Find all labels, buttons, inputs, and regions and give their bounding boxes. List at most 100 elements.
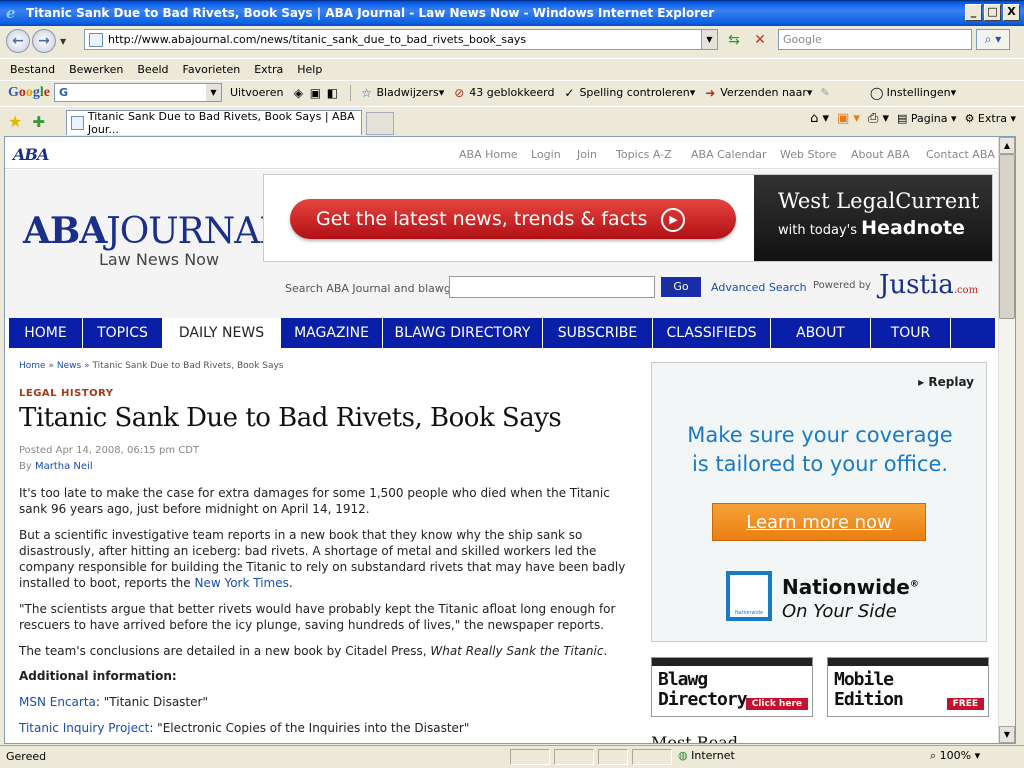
page-viewport[interactable]: ABA ABA Home Login Join Topics A-Z ABA C… (4, 136, 1016, 744)
nav-blawg-directory[interactable]: BLAWG DIRECTORY (383, 318, 543, 348)
book-title: What Really Sank the Titanic (430, 644, 604, 658)
page-menu-button[interactable]: ▤ Pagina ▾ (897, 112, 957, 125)
mobile-edition-promo[interactable]: Mobile Edition FREE (827, 657, 989, 717)
close-button[interactable]: X (1003, 4, 1020, 21)
back-button[interactable]: ← (6, 29, 30, 53)
menu-file[interactable]: Bestand (10, 63, 55, 76)
util-link-aba-home[interactable]: ABA Home (459, 148, 518, 161)
scrollbar-thumb[interactable] (999, 154, 1015, 319)
additional-info-heading: Additional information: (19, 669, 177, 683)
menu-help[interactable]: Help (297, 63, 322, 76)
rss-feed-icon[interactable]: ▣ ▾ (837, 111, 860, 126)
ad-brand-name: Nationwide® (782, 575, 919, 599)
nav-home[interactable]: HOME (9, 318, 83, 348)
settings-button[interactable]: ◯ Instellingen ▾ (870, 86, 956, 100)
search-button[interactable]: ⌕ ▾ (976, 29, 1010, 50)
author-link[interactable]: Martha Neil (35, 461, 93, 472)
google-search-dropdown-icon[interactable]: ▼ (206, 84, 221, 101)
google-search-input[interactable]: G ▼ (54, 83, 222, 102)
banner-cta[interactable]: Get the latest news, trends & facts ▶ (290, 199, 736, 239)
ad-replay-button[interactable]: ▸ Replay (918, 375, 974, 389)
nav-subscribe[interactable]: SUBSCRIBE (543, 318, 653, 348)
address-url[interactable]: http://www.abajournal.com/news/titanic_s… (108, 33, 526, 46)
spellcheck-button[interactable]: ✓ Spelling controleren ▾ (562, 86, 695, 100)
site-search-label: Search ABA Journal and blawgs (285, 282, 457, 295)
util-link-contact-aba[interactable]: Contact ABA (926, 148, 995, 161)
nav-daily-news[interactable]: DAILY NEWS (163, 318, 281, 348)
scroll-up-icon[interactable]: ▲ (999, 137, 1015, 154)
pencil-icon[interactable]: ✎ (820, 86, 829, 99)
tools-menu-button[interactable]: ⚙ Extra ▾ (965, 112, 1016, 125)
logo-tagline: Law News Now (99, 250, 220, 269)
refresh-icon[interactable]: ⇆ (724, 30, 744, 50)
spellcheck-icon: ✓ (564, 85, 575, 100)
send-to-button[interactable]: ➜ Verzenden naar ▾ (703, 86, 812, 100)
util-link-about-aba[interactable]: About ABA (851, 148, 910, 161)
favorites-star-icon[interactable]: ★ (8, 112, 22, 131)
menu-edit[interactable]: Bewerken (69, 63, 123, 76)
ad-headline: Make sure your coverage is tailored to y… (687, 423, 953, 476)
breadcrumb-news[interactable]: News (57, 361, 81, 371)
print-icon[interactable]: ⎙ ▾ (868, 111, 889, 126)
menu-view[interactable]: Beeld (137, 63, 168, 76)
window-title-bar[interactable]: e Titanic Sank Due to Bad Rivets, Book S… (0, 0, 1024, 26)
toolbar-misc-icons[interactable]: ◈ ▣ ◧ (291, 86, 342, 100)
justia-logo[interactable]: Justia.com (879, 270, 978, 300)
nav-magazine[interactable]: MAGAZINE (281, 318, 383, 348)
add-favorite-icon[interactable]: ✚ (32, 113, 45, 131)
util-link-login[interactable]: Login (531, 148, 561, 161)
aba-journal-logo[interactable]: ABAJOURNAL Law News Now (23, 210, 283, 269)
google-run-button[interactable]: Uitvoeren (230, 86, 283, 99)
address-dropdown-icon[interactable]: ▼ (701, 30, 717, 49)
history-dropdown-icon[interactable]: ▼ (60, 37, 66, 46)
maximize-button[interactable]: □ (984, 4, 1001, 21)
additional-info-item: MSN Encarta: "Titanic Disaster" (19, 695, 208, 709)
address-bar[interactable]: http://www.abajournal.com/news/titanic_s… (84, 29, 718, 50)
stop-icon[interactable]: ✕ (750, 30, 770, 50)
advanced-search-link[interactable]: Advanced Search (711, 281, 807, 294)
util-link-join[interactable]: Join (577, 148, 597, 161)
msn-encarta-link[interactable]: MSN Encarta (19, 695, 96, 709)
menu-favorites[interactable]: Favorieten (183, 63, 241, 76)
vertical-scrollbar[interactable]: ▲ ▼ (998, 137, 1015, 743)
ad-learn-more-button[interactable]: Learn more now (712, 503, 926, 541)
home-icon[interactable]: ⌂ ▾ (810, 111, 829, 126)
nationwide-sidebar-ad[interactable]: ▸ Replay Make sure your coverage is tail… (651, 362, 987, 642)
banner-brand-panel: West LegalCurrent with today's Headnote (754, 175, 992, 261)
tab-active[interactable]: Titanic Sank Due to Bad Rivets, Book Say… (66, 110, 362, 136)
nav-about[interactable]: ABOUT (771, 318, 871, 348)
page-icon (89, 32, 103, 47)
site-search-go-button[interactable]: Go (661, 277, 701, 297)
nyt-link[interactable]: New York Times (194, 576, 288, 590)
scroll-down-icon[interactable]: ▼ (999, 726, 1015, 743)
article-paragraph-3: "The scientists argue that better rivets… (19, 602, 616, 632)
privacy-icon[interactable] (598, 749, 628, 765)
nav-topics[interactable]: TOPICS (83, 318, 163, 348)
util-link-topics[interactable]: Topics A-Z (616, 148, 672, 161)
article-category[interactable]: LEGAL HISTORY (19, 388, 114, 399)
internet-explorer-icon: e (6, 4, 16, 22)
util-link-calendar[interactable]: ABA Calendar (691, 148, 767, 161)
zoom-level[interactable]: ⌕ 100% ▾ (930, 749, 980, 763)
additional-info-item: Titanic Inquiry Project: "Electronic Cop… (19, 721, 470, 735)
bookmarks-button[interactable]: ☆ Bladwijzers ▾ (359, 86, 444, 100)
forward-button[interactable]: → (32, 29, 56, 53)
back-arrow-icon: ← (12, 33, 24, 49)
popup-blocker-button[interactable]: ⊘ 43 geblokkeerd (452, 86, 554, 100)
site-search-input[interactable] (449, 276, 655, 298)
nav-classifieds[interactable]: CLASSIFIEDS (653, 318, 771, 348)
blawg-directory-promo[interactable]: Blawg Directory Click here (651, 657, 813, 717)
util-link-web-store[interactable]: Web Store (780, 148, 837, 161)
minimize-button[interactable]: _ (965, 4, 982, 21)
command-bar: ⌂ ▾ ▣ ▾ ⎙ ▾ ▤ Pagina ▾ ⚙ Extra ▾ (810, 111, 1016, 126)
new-tab-button[interactable] (366, 112, 394, 135)
browser-search-input[interactable]: Google (778, 29, 972, 50)
site-search-bar: Search ABA Journal and blawgs Go Advance… (263, 266, 993, 308)
aba-mini-logo[interactable]: ABA (13, 145, 49, 164)
breadcrumb-home[interactable]: Home (19, 361, 46, 371)
titanic-inquiry-link[interactable]: Titanic Inquiry Project (19, 721, 149, 735)
ad-slogan: On Your Side (782, 601, 897, 622)
west-legalcurrent-banner-ad[interactable]: Get the latest news, trends & facts ▶ We… (263, 174, 993, 262)
nav-tour[interactable]: TOUR (871, 318, 951, 348)
menu-tools[interactable]: Extra (254, 63, 283, 76)
